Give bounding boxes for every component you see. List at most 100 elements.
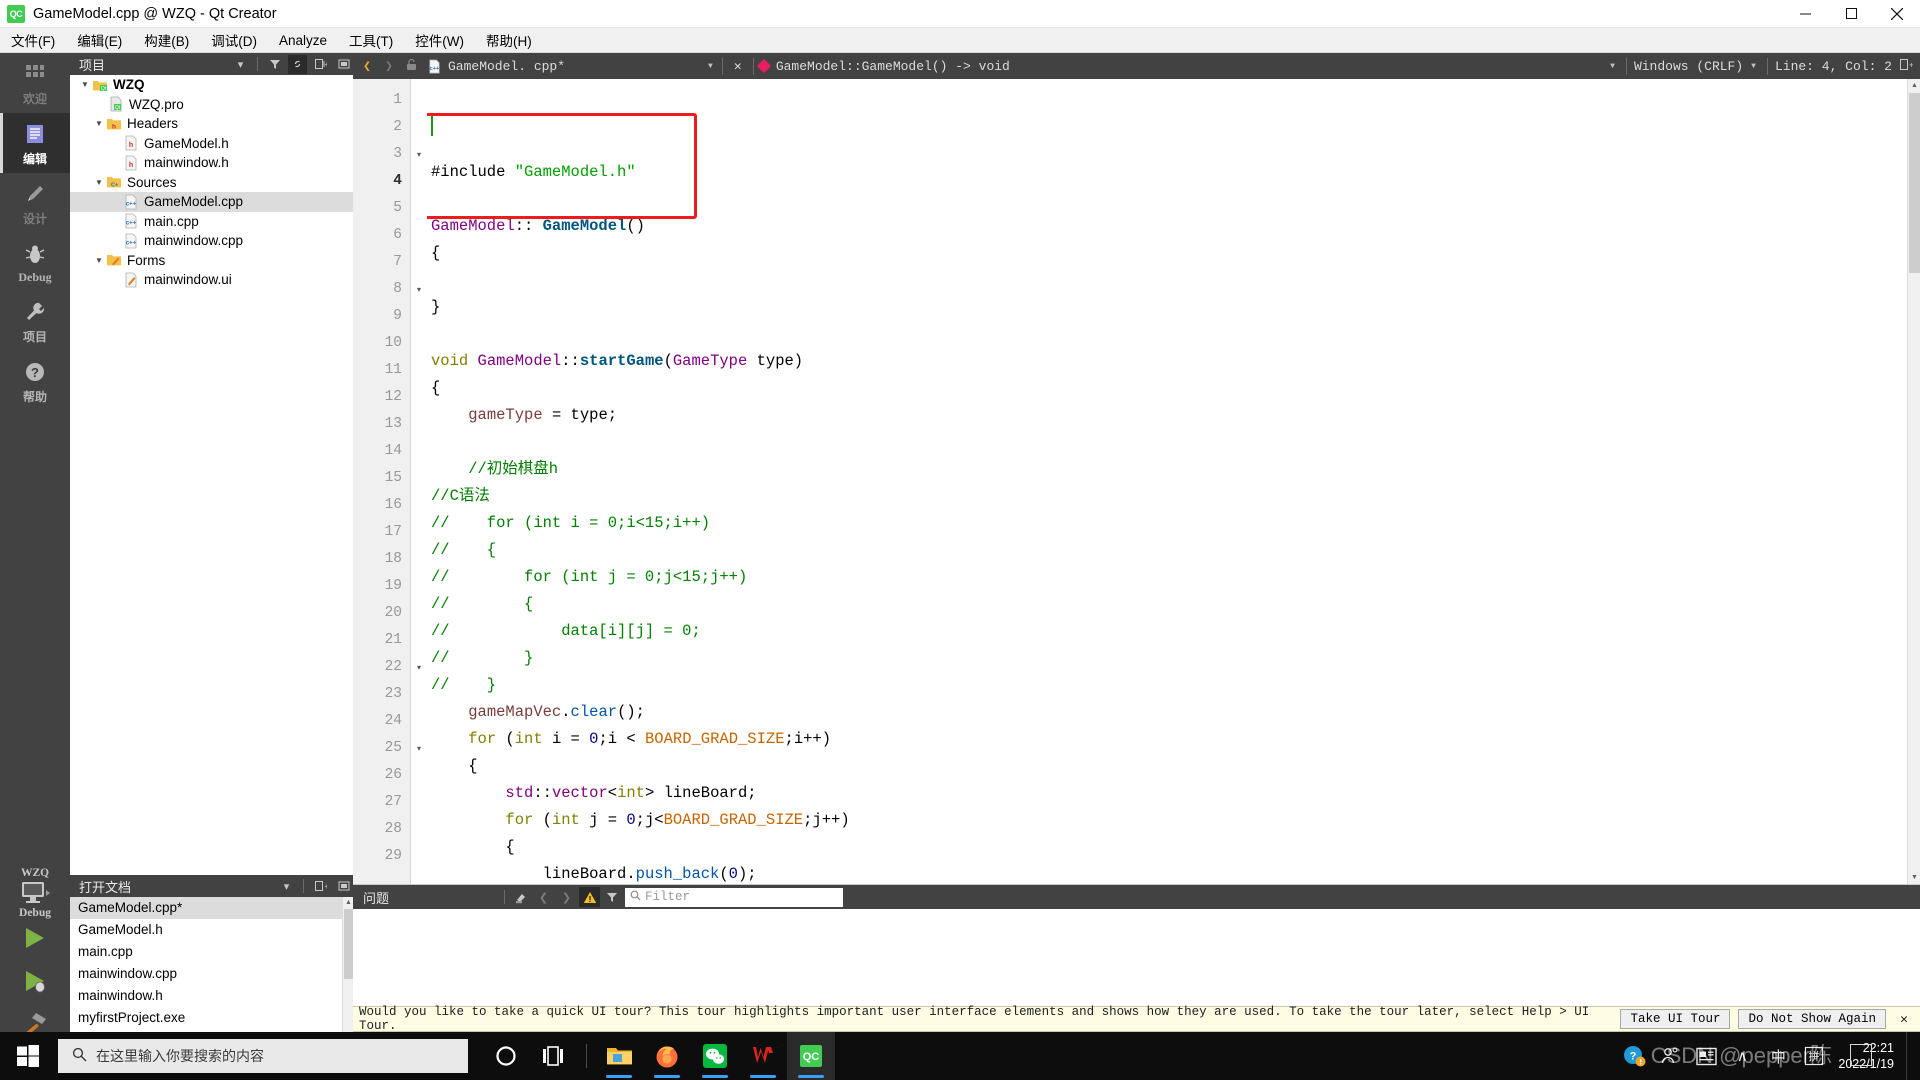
people-icon[interactable] [1652, 1032, 1688, 1080]
fold-marker[interactable] [411, 681, 427, 708]
fold-marker[interactable] [411, 843, 427, 870]
scroll-up-icon[interactable]: ▲ [1908, 79, 1920, 92]
cortana-circle-icon[interactable] [482, 1032, 530, 1080]
chevron-down-icon[interactable]: ▾ [231, 55, 250, 74]
split-icon[interactable]: + [311, 877, 330, 896]
close-icon[interactable] [334, 877, 353, 896]
fold-marker[interactable] [411, 384, 427, 411]
tree-node-mainwindow-h[interactable]: h mainwindow.h [70, 153, 353, 173]
fold-marker[interactable] [411, 546, 427, 573]
code-line[interactable]: lineBoard.push_back(0); [431, 861, 1920, 884]
mode-design[interactable]: 设计 [0, 173, 70, 233]
ime-pinyin-icon[interactable]: 拼 [1796, 1032, 1832, 1080]
chevron-left-icon[interactable]: ❮ [533, 887, 554, 907]
menu-window[interactable]: 控件(W) [404, 27, 475, 53]
tree-node-wzq[interactable]: ▼ Qt WZQ [70, 75, 353, 95]
chevron-right-icon[interactable]: ❯ [379, 59, 399, 74]
chevron-down-icon[interactable]: ▼ [1606, 62, 1619, 71]
scroll-up-icon[interactable]: ▲ [343, 897, 353, 908]
mode-debug[interactable]: Debug [0, 233, 70, 291]
scroll-down-icon[interactable]: ▼ [1908, 871, 1920, 884]
fold-marker[interactable] [411, 411, 427, 438]
mode-welcome[interactable]: 欢迎 [0, 53, 70, 113]
code-line[interactable]: for (int j = 0;j<BOARD_GRAD_SIZE;j++) [431, 807, 1920, 834]
fold-marker[interactable] [411, 816, 427, 843]
tree-node-gamemodel-cpp[interactable]: c++ GameModel.cpp [70, 192, 353, 212]
unlock-icon[interactable] [401, 58, 421, 75]
code-line[interactable]: void GameModel::startGame(GameType type) [431, 348, 1920, 375]
filter-icon[interactable] [265, 55, 284, 74]
chevron-down-icon[interactable]: ▼ [78, 80, 92, 89]
close-icon[interactable]: ✕ [1894, 1012, 1914, 1027]
fold-marker[interactable] [411, 627, 427, 654]
tree-node-mainwindow-cpp[interactable]: c++ mainwindow.cpp [70, 231, 353, 251]
code-line[interactable]: #include "GameModel.h" [431, 159, 1920, 186]
windows-logo-icon[interactable] [0, 1032, 56, 1080]
ime-chinese-icon[interactable]: 中 [1760, 1032, 1796, 1080]
open-doc-item[interactable]: main.cpp [70, 941, 353, 963]
help-badge-icon[interactable]: ? [1616, 1032, 1652, 1080]
code-line[interactable] [431, 267, 1920, 294]
wechat-icon[interactable] [691, 1032, 739, 1080]
fold-markers[interactable]: ▾ ▾ [411, 79, 427, 884]
fold-marker[interactable] [411, 357, 427, 384]
menu-help[interactable]: 帮助(H) [475, 27, 543, 53]
issues-list[interactable] [353, 909, 1920, 1006]
scrollbar-thumb[interactable] [344, 909, 353, 979]
news-icon[interactable] [1688, 1032, 1724, 1080]
code-line[interactable]: } [431, 294, 1920, 321]
code-line[interactable] [431, 321, 1920, 348]
issues-filter-input[interactable]: Filter [625, 888, 843, 907]
fold-marker[interactable]: ▾ [411, 141, 427, 168]
menu-build[interactable]: 构建(B) [133, 27, 200, 53]
menu-analyze[interactable]: Analyze [268, 30, 338, 51]
file-explorer-icon[interactable] [595, 1032, 643, 1080]
project-tree[interactable]: ▼ Qt WZQ Qt WZQ.pro ▼ h [70, 75, 353, 875]
code-line[interactable]: { [431, 834, 1920, 861]
take-ui-tour-button[interactable]: Take UI Tour [1620, 1009, 1730, 1029]
fold-marker[interactable]: ▾ [411, 654, 427, 681]
mode-edit[interactable]: 编辑 [0, 113, 70, 173]
tree-node-main-cpp[interactable]: c++ main.cpp [70, 212, 353, 232]
mode-help[interactable]: ? 帮助 [0, 351, 70, 411]
code-line[interactable]: { [431, 753, 1920, 780]
fold-marker[interactable] [411, 330, 427, 357]
code-line[interactable]: std::vector<int> lineBoard; [431, 780, 1920, 807]
editor-file-chip[interactable]: c++ GameModel. cpp* [423, 59, 702, 74]
open-doc-item[interactable]: mainwindow.cpp [70, 963, 353, 985]
close-editor-icon[interactable]: ✕ [728, 59, 748, 74]
fold-marker[interactable] [411, 573, 427, 600]
code-line[interactable]: // for (int i = 0;i<15;i++) [431, 510, 1920, 537]
fold-marker[interactable] [411, 195, 427, 222]
code-line[interactable]: // { [431, 537, 1920, 564]
code-line[interactable]: //C语法 [431, 483, 1920, 510]
fold-marker[interactable] [411, 87, 427, 114]
do-not-show-again-button[interactable]: Do Not Show Again [1738, 1009, 1886, 1029]
editor-scrollbar[interactable]: ▲ ▼ [1907, 79, 1920, 884]
code-line[interactable] [431, 186, 1920, 213]
fold-marker[interactable] [411, 249, 427, 276]
code-line[interactable]: // for (int j = 0;j<15;j++) [431, 564, 1920, 591]
split-editor-icon[interactable]: + [1896, 58, 1916, 75]
kit-selector[interactable]: WZQ Debug [0, 867, 70, 925]
tree-node-wzq-pro[interactable]: Qt WZQ.pro [70, 95, 353, 115]
chevron-down-icon[interactable]: ▼ [704, 62, 717, 71]
menu-file[interactable]: 文件(F) [0, 27, 66, 53]
code-line[interactable]: // } [431, 645, 1920, 672]
chevron-down-icon[interactable]: ▼ [92, 256, 106, 265]
code-line[interactable]: // { [431, 591, 1920, 618]
fold-marker[interactable] [411, 114, 427, 141]
fold-marker[interactable]: ▾ [411, 735, 427, 762]
maximize-button[interactable] [1828, 0, 1874, 28]
code-line[interactable]: gameType = type; [431, 402, 1920, 429]
chevron-right-icon[interactable]: ❯ [556, 887, 577, 907]
fold-marker[interactable] [411, 438, 427, 465]
firefox-icon[interactable] [643, 1032, 691, 1080]
minimize-button[interactable] [1782, 0, 1828, 28]
link-icon[interactable] [288, 55, 307, 74]
fold-marker[interactable] [411, 789, 427, 816]
fold-marker[interactable] [411, 492, 427, 519]
code-line[interactable] [431, 429, 1920, 456]
fold-marker[interactable]: ▾ [411, 276, 427, 303]
chevron-down-icon[interactable]: ▼ [92, 178, 106, 187]
